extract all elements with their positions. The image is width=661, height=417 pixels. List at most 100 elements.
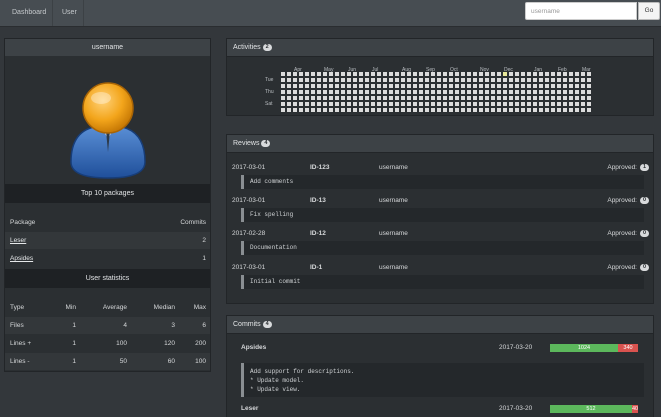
activity-day-cell — [287, 72, 291, 76]
review-id[interactable]: ID-123 — [310, 161, 330, 175]
review-row[interactable]: 2017-03-01 ID-1 username Approved: 0 — [227, 261, 653, 275]
commit-package[interactable]: Apsides — [241, 341, 266, 355]
search-input[interactable] — [525, 2, 637, 20]
col-min: Min — [65, 304, 76, 311]
activity-day-cell — [377, 108, 381, 112]
activity-day-cell — [587, 90, 591, 94]
package-link-leser[interactable]: Leser — [10, 232, 26, 249]
commits-header: Commits 4 — [227, 316, 653, 334]
activity-day-cell — [341, 102, 345, 106]
review-row[interactable]: 2017-03-01 ID-13 username Approved: 0 — [227, 194, 653, 208]
activity-day-cell — [413, 84, 417, 88]
activity-day-cell — [455, 84, 459, 88]
activity-day-cell — [299, 84, 303, 88]
stat-average: 50 — [119, 358, 127, 365]
activity-day-cell — [329, 78, 333, 82]
review-approved-badge: 0 — [640, 196, 649, 204]
activity-day-cell — [317, 108, 321, 112]
activity-day-cell — [401, 102, 405, 106]
activity-day-cell — [443, 90, 447, 94]
activity-day-cell — [317, 84, 321, 88]
commit-row[interactable]: Leser 2017-03-20 512 40 — [227, 402, 653, 416]
activity-day-cell — [449, 96, 453, 100]
activity-day-cell — [419, 102, 423, 106]
nav-dashboard-link[interactable]: Dashboard — [6, 0, 54, 26]
activity-day-cell — [359, 96, 363, 100]
reviews-panel: Reviews 4 2017-03-01 ID-123 username Appr… — [226, 134, 654, 304]
activity-day-cell — [401, 78, 405, 82]
stat-min: 1 — [72, 358, 76, 365]
activity-day-cell — [569, 108, 573, 112]
stat-min: 1 — [72, 340, 76, 347]
activity-day-cell — [365, 78, 369, 82]
activity-day-cell — [431, 72, 435, 76]
package-link-apsides[interactable]: Apsides — [10, 250, 33, 267]
activity-day-cell — [497, 96, 501, 100]
activity-day-cell — [419, 72, 423, 76]
review-date: 2017-02-28 — [232, 230, 266, 237]
activity-day-cell — [377, 90, 381, 94]
activity-day-cell — [581, 90, 585, 94]
activity-day-cell — [419, 84, 423, 88]
activity-day-cell — [389, 108, 393, 112]
review-id[interactable]: ID-13 — [310, 194, 326, 208]
activity-day-cell — [587, 102, 591, 106]
activity-day-cell — [455, 96, 459, 100]
activity-day-cell — [533, 90, 537, 94]
activity-day-cell — [311, 78, 315, 82]
top-packages-title: Top 10 packages — [5, 184, 210, 203]
commit-package[interactable]: Leser — [241, 402, 258, 416]
activity-day-cell — [353, 72, 357, 76]
commits-title: Commits — [233, 321, 261, 328]
table-row: Leser 2 — [5, 232, 210, 249]
commit-date: 2017-03-20 — [499, 344, 533, 351]
activity-day-cell — [359, 72, 363, 76]
activity-day-cell — [587, 72, 591, 76]
review-row[interactable]: 2017-02-28 ID-12 username Approved: 0 — [227, 227, 653, 241]
activity-day-cell — [329, 102, 333, 106]
review-id[interactable]: ID-1 — [310, 261, 322, 275]
activity-day-cell — [305, 90, 309, 94]
activity-day-cell — [521, 108, 525, 112]
activity-day-cell — [437, 96, 441, 100]
activity-day-cell — [305, 96, 309, 100]
activity-day-cell — [431, 108, 435, 112]
go-button[interactable]: Go — [638, 2, 660, 20]
activity-day-cell — [527, 102, 531, 106]
activity-day-cell — [335, 96, 339, 100]
col-median: Median — [153, 304, 175, 311]
activity-day-cell — [539, 108, 543, 112]
activity-day-cell — [527, 72, 531, 76]
activity-day-cell — [461, 90, 465, 94]
activity-day-cell — [305, 102, 309, 106]
lines-added-bar: 1024 — [550, 344, 618, 352]
commit-row[interactable]: Apsides 2017-03-20 1024 340 — [227, 341, 653, 355]
activity-day-cell — [359, 78, 363, 82]
activity-day-cell — [563, 84, 567, 88]
table-row: Apsides 1 — [5, 250, 210, 267]
activity-day-cell — [407, 102, 411, 106]
activity-day-cell — [419, 90, 423, 94]
commit-message-line: Add support for descriptions. — [250, 368, 355, 375]
col-commits: Commits — [180, 219, 206, 226]
activity-day-cell — [425, 108, 429, 112]
activities-header: Activities 2 — [227, 39, 653, 57]
review-row[interactable]: 2017-03-01 ID-123 username Approved: 1 — [227, 161, 653, 175]
activity-day-cell — [557, 84, 561, 88]
activity-day-cell — [359, 108, 363, 112]
activity-day-cell — [551, 96, 555, 100]
activity-day-cell — [503, 102, 507, 106]
review-id[interactable]: ID-12 — [310, 227, 326, 241]
activity-day-cell — [473, 96, 477, 100]
activity-day-cell — [533, 72, 537, 76]
activity-day-cell — [539, 78, 543, 82]
nav-user-link[interactable]: User — [56, 0, 84, 26]
activity-day-cell — [437, 108, 441, 112]
activity-day-cell — [443, 96, 447, 100]
activity-day-cell — [581, 108, 585, 112]
activity-day-cell — [575, 96, 579, 100]
activity-day-cell — [395, 84, 399, 88]
activity-day-cell — [449, 84, 453, 88]
activity-day-cell — [575, 108, 579, 112]
activity-day-cell — [287, 96, 291, 100]
